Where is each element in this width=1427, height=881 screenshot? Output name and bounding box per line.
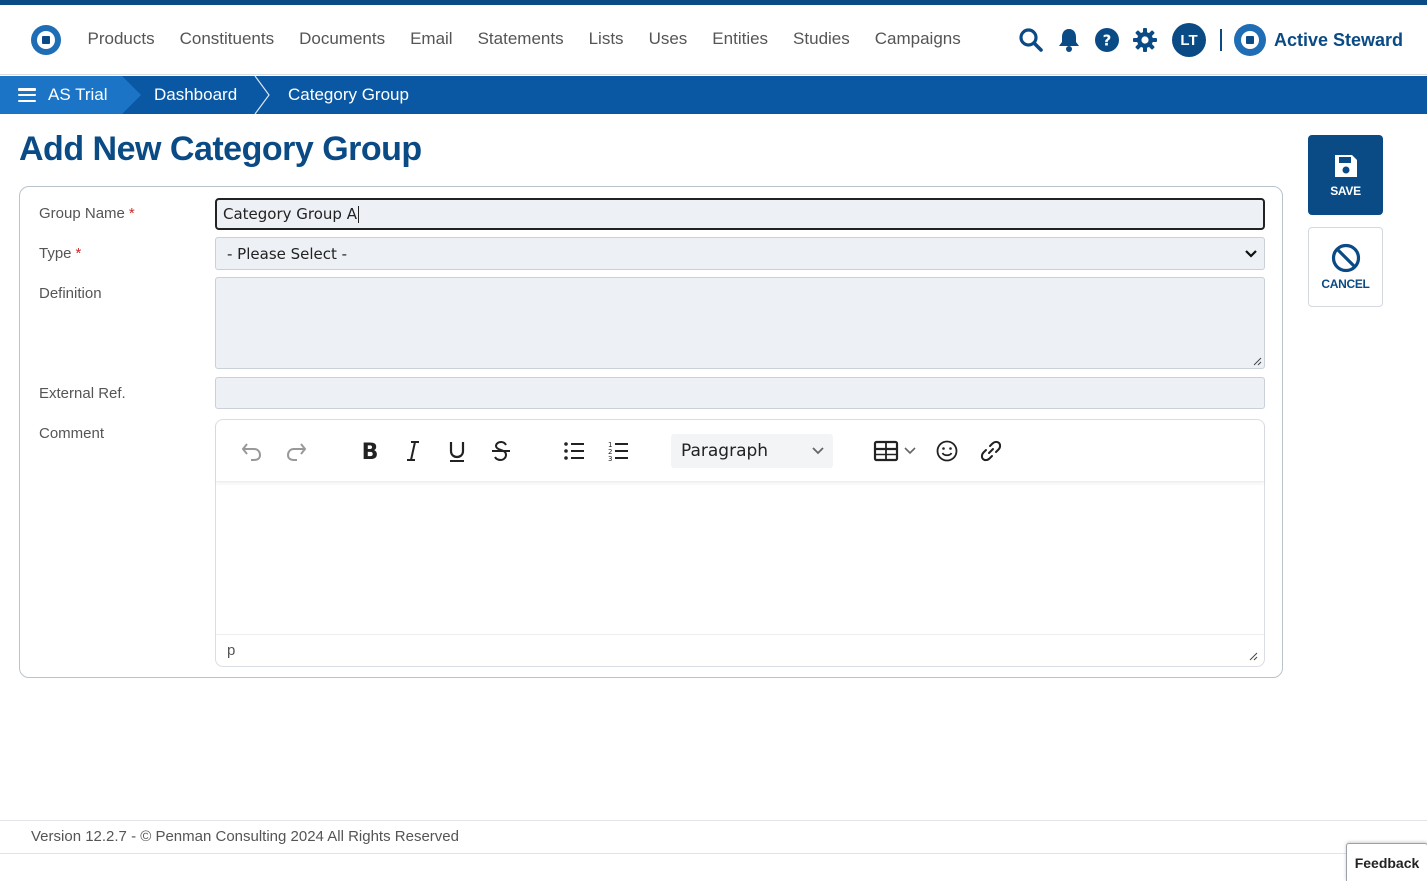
breadcrumb-root[interactable]: AS Trial [0,76,141,114]
gear-icon[interactable] [1128,23,1162,57]
bold-icon[interactable]: B [353,434,387,468]
bullet-list-icon[interactable] [557,434,591,468]
emoji-icon[interactable] [930,434,964,468]
editor-toolbar: B 123 Paragraph [216,420,1264,482]
definition-label: Definition [39,285,102,302]
page-title: Add New Category Group [19,130,422,168]
svg-text:?: ? [1103,32,1112,50]
italic-icon[interactable] [396,434,430,468]
search-icon[interactable] [1014,23,1048,57]
feedback-button[interactable]: Feedback [1346,843,1427,881]
ban-icon [1331,243,1360,273]
nav-item-email[interactable]: Email [410,27,453,51]
block-format-dropdown[interactable]: Paragraph [671,434,833,468]
type-select[interactable]: - Please Select - [215,237,1265,270]
comment-rich-text-editor: B 123 Paragraph p [215,419,1265,667]
brand: Active Steward [1234,24,1403,56]
external-ref-input[interactable] [215,377,1265,409]
type-label: Type * [39,245,82,262]
undo-icon[interactable] [234,434,268,468]
underline-icon[interactable] [440,434,474,468]
external-ref-label: External Ref. [39,385,126,402]
nav-divider [1220,29,1222,51]
nav-item-campaigns[interactable]: Campaigns [875,27,961,51]
comment-label: Comment [39,425,105,442]
text-caret [357,205,359,223]
nav-item-uses[interactable]: Uses [649,27,688,51]
numbered-list-icon[interactable]: 123 [601,434,635,468]
cancel-button[interactable]: CANCEL [1308,227,1383,307]
group-name-label: Group Name * [39,205,135,222]
footer-divider [0,820,1427,821]
nav-item-entities[interactable]: Entities [712,27,768,51]
help-icon[interactable]: ? [1090,23,1124,57]
save-button[interactable]: SAVE [1308,135,1383,215]
hamburger-icon[interactable] [18,88,36,102]
svg-text:3: 3 [608,455,612,462]
breadcrumb-item-current: Category Group [288,85,409,104]
svg-text:B: B [362,440,379,462]
form-card: Group Name * Category Group A Type * - Ple… [19,186,1283,678]
strikethrough-icon[interactable] [484,434,518,468]
redo-icon[interactable] [280,434,314,468]
user-avatar[interactable]: LT [1172,23,1206,57]
element-path[interactable]: p [227,642,235,659]
footer-divider-bottom [0,853,1427,854]
main-menu: Products Constituents Documents Email St… [75,27,973,51]
required-marker: * [75,245,82,262]
nav-item-lists[interactable]: Lists [589,27,624,51]
group-name-input[interactable]: Category Group A [215,198,1265,230]
bell-icon[interactable] [1052,23,1086,57]
nav-item-documents[interactable]: Documents [299,27,385,51]
resize-grip-icon[interactable] [1248,651,1258,661]
nav-icons: ? LT Active Steward [1014,23,1403,57]
breadcrumb: AS Trial Dashboard Category Group [0,75,1427,115]
chevron-down-icon [1245,249,1257,258]
required-marker: * [128,205,135,222]
nav-item-studies[interactable]: Studies [793,27,850,51]
table-icon[interactable] [872,434,920,468]
brand-logo [1234,24,1266,56]
footer-version: Version 12.2.7 - © Penman Consulting 202… [31,828,459,845]
nav-item-products[interactable]: Products [88,27,155,51]
nav-item-constituents[interactable]: Constituents [180,27,275,51]
definition-textarea[interactable] [215,277,1265,369]
editor-status-bar: p [216,634,1264,666]
breadcrumb-item-dashboard[interactable]: Dashboard [154,76,237,114]
floppy-disk-icon [1334,155,1357,177]
breadcrumb-separator [253,75,271,115]
nav-item-statements[interactable]: Statements [478,27,564,51]
top-navbar: Products Constituents Documents Email St… [0,5,1427,75]
breadcrumb-root-label: AS Trial [48,85,108,104]
brand-name: Active Steward [1274,29,1404,50]
chevron-down-icon [812,447,824,455]
link-icon[interactable] [974,434,1008,468]
app-logo[interactable] [31,25,61,55]
resize-grip-icon[interactable] [1252,356,1262,366]
